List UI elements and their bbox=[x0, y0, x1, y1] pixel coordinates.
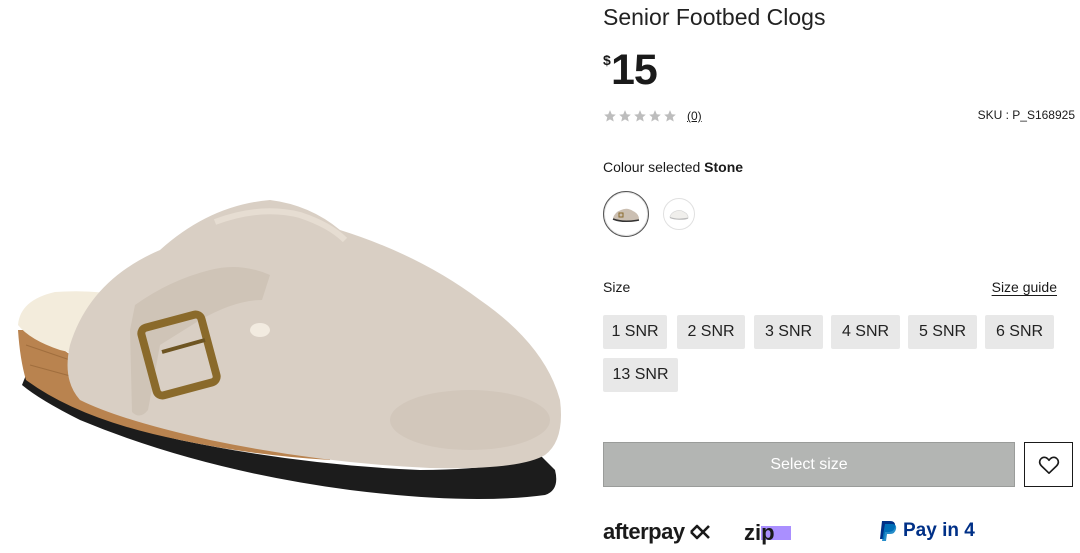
colour-selected-value: Stone bbox=[704, 159, 744, 175]
size-option-13-snr[interactable]: 13 SNR bbox=[603, 358, 678, 392]
size-option-6-snr[interactable]: 6 SNR bbox=[985, 315, 1054, 349]
star-icon bbox=[648, 109, 662, 123]
clog-thumbnail-icon bbox=[669, 209, 689, 220]
clog-thumbnail-icon bbox=[612, 208, 640, 223]
star-icon bbox=[663, 109, 677, 123]
star-icon bbox=[603, 109, 617, 123]
product-info-panel: Senior Footbed Clogs $ 15 (0) SKU : P_S1… bbox=[603, 0, 1075, 553]
product-image[interactable] bbox=[0, 0, 585, 553]
afterpay-arrows-icon bbox=[689, 524, 710, 540]
size-guide-link[interactable]: Size guide bbox=[992, 279, 1057, 295]
paypal-pay-in-4: Pay in 4 bbox=[878, 520, 975, 542]
paypal-pay-in-4-text: Pay in 4 bbox=[903, 520, 975, 541]
size-option-1-snr[interactable]: 1 SNR bbox=[603, 315, 667, 349]
size-label: Size bbox=[603, 279, 631, 295]
price-currency: $ bbox=[603, 52, 611, 68]
paypal-icon bbox=[880, 521, 897, 541]
colour-swatch-stone[interactable] bbox=[603, 191, 649, 237]
size-option-3-snr[interactable]: 3 SNR bbox=[754, 315, 823, 349]
size-option-4-snr[interactable]: 4 SNR bbox=[831, 315, 900, 349]
price-amount: 15 bbox=[611, 46, 658, 94]
wishlist-button[interactable] bbox=[1024, 442, 1073, 487]
rating-row[interactable]: (0) bbox=[603, 108, 702, 124]
colour-label-text: Colour selected bbox=[603, 159, 701, 175]
afterpay-wordmark: afterpay bbox=[603, 519, 685, 544]
product-clog-image bbox=[18, 200, 562, 499]
size-option-2-snr[interactable]: 2 SNR bbox=[677, 315, 745, 349]
product-title: Senior Footbed Clogs bbox=[603, 4, 826, 30]
select-size-button[interactable]: Select size bbox=[603, 442, 1015, 487]
heart-icon bbox=[1038, 456, 1059, 474]
zip-wordmark: zip bbox=[744, 520, 775, 545]
zip-logo: zip bbox=[743, 519, 799, 552]
size-option-5-snr[interactable]: 5 SNR bbox=[908, 315, 977, 349]
zip-logo-mark: zip bbox=[744, 520, 791, 545]
star-icon bbox=[618, 109, 632, 123]
review-count-link[interactable]: (0) bbox=[687, 109, 702, 123]
colour-swatch-white[interactable] bbox=[663, 198, 695, 230]
sku-text: SKU : P_S168925 bbox=[977, 108, 1075, 122]
afterpay-logo: afterpay bbox=[603, 519, 712, 545]
star-icon bbox=[633, 109, 647, 123]
colour-selected-label: Colour selected Stone bbox=[603, 159, 743, 175]
